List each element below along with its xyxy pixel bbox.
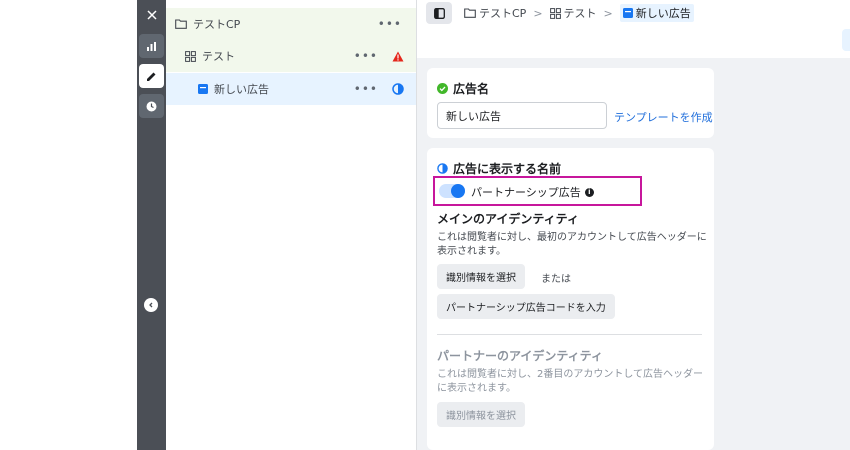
history-button[interactable] <box>139 94 164 118</box>
chevron-left-icon <box>149 302 153 308</box>
close-icon <box>146 10 157 20</box>
editor-panel: テストCP > テスト > 新しい広告 広告名 新しい広告 テンプレートを作成 … <box>417 0 850 450</box>
select-partner-identity-button: 識別情報を選択 <box>437 402 525 427</box>
grid-icon <box>549 7 561 19</box>
half-circle-icon <box>391 82 405 96</box>
info-icon[interactable]: i <box>584 187 594 197</box>
collapse-button[interactable] <box>144 298 158 312</box>
campaign-label: テストCP <box>193 18 241 31</box>
ad-square-icon <box>622 8 633 18</box>
main-identity-heading: メインのアイデンティティ <box>437 212 579 226</box>
folder-icon <box>464 8 476 18</box>
pencil-icon <box>147 72 156 81</box>
bar-chart-icon <box>147 41 156 51</box>
more-options-icon[interactable]: ••• <box>378 17 402 31</box>
grid-icon <box>185 50 196 62</box>
edit-button[interactable] <box>139 64 164 88</box>
toggle-knob <box>451 184 465 198</box>
clock-icon <box>146 101 157 111</box>
select-identity-button[interactable]: 識別情報を選択 <box>437 264 525 289</box>
ad-square-icon <box>198 84 208 94</box>
ads-manager-editor: テストCP ••• テスト ••• 新しい広告 ••• テストCP > テスト … <box>0 0 850 450</box>
half-circle-icon <box>437 163 448 174</box>
tree-item-adset[interactable]: テスト ••• <box>166 40 416 72</box>
display-name-card: 広告に表示する名前 パートナーシップ広告 i メインのアイデンティティ これは閲… <box>427 148 714 450</box>
partnership-toggle[interactable] <box>439 184 465 198</box>
partner-identity-heading: パートナーのアイデンティティ <box>437 349 603 363</box>
adset-label: テスト <box>202 50 235 63</box>
editor-topbar: テストCP > テスト > 新しい広告 <box>417 0 850 58</box>
folder-icon <box>175 19 187 29</box>
tree-item-campaign[interactable]: テストCP ••• <box>166 8 416 40</box>
breadcrumb-campaign[interactable]: テストCP <box>464 5 526 21</box>
display-name-heading: 広告に表示する名前 <box>437 160 561 177</box>
partnership-label: パートナーシップ広告 i <box>471 184 594 200</box>
campaign-tree: テストCP ••• テスト ••• 新しい広告 ••• <box>166 0 417 450</box>
ad-label: 新しい広告 <box>214 83 269 96</box>
more-options-icon[interactable]: ••• <box>354 49 378 63</box>
breadcrumb-separator: > <box>533 6 543 20</box>
main-identity-description: これは閲覧者に対し、最初のアカウントして広告ヘッダーに表示されます。 <box>437 232 707 257</box>
ad-name-heading: 広告名 <box>437 80 489 97</box>
or-text: または <box>541 274 571 285</box>
breadcrumb-adset[interactable]: テスト <box>549 5 597 21</box>
partnership-highlight: パートナーシップ広告 i <box>433 176 642 206</box>
partner-identity-description: これは閲覧者に対し、2番目のアカウントして広告ヘッダーに表示されます。 <box>437 369 704 394</box>
divider <box>437 334 702 335</box>
create-template-link[interactable]: テンプレートを作成 <box>614 109 713 125</box>
breadcrumb: テストCP > テスト > 新しい広告 <box>464 4 694 22</box>
ad-name-input[interactable] <box>437 102 607 129</box>
left-rail <box>137 0 166 450</box>
enter-partnership-code-button[interactable]: パートナーシップ広告コードを入力 <box>437 294 615 319</box>
warning-icon <box>391 49 405 63</box>
breadcrumb-ad[interactable]: 新しい広告 <box>619 4 694 22</box>
publish-button-edge[interactable] <box>842 29 850 51</box>
breadcrumb-separator: > <box>603 6 613 20</box>
more-options-icon[interactable]: ••• <box>354 82 378 96</box>
ad-name-card: 広告名 テンプレートを作成 <box>427 68 714 138</box>
sidebar-toggle-icon <box>433 7 445 19</box>
tree-item-ad[interactable]: 新しい広告 ••• <box>166 73 416 105</box>
check-circle-icon <box>437 83 448 94</box>
panel-toggle-button[interactable] <box>426 2 452 24</box>
close-button[interactable] <box>139 3 164 27</box>
reporting-button[interactable] <box>139 34 164 58</box>
